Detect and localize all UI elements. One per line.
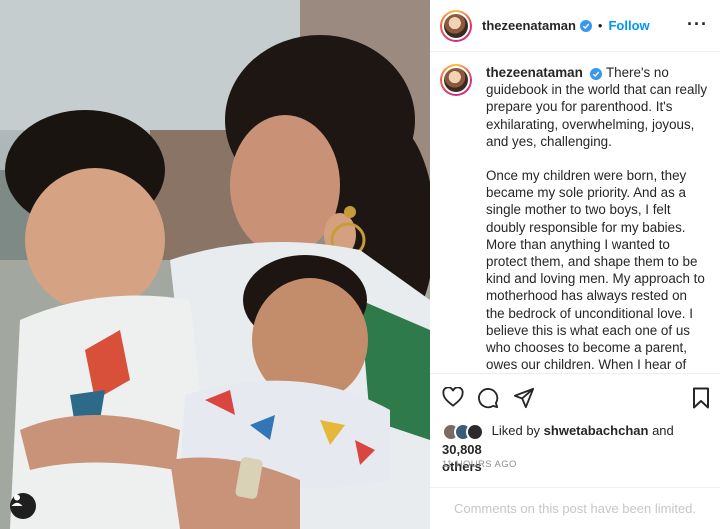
header-separator: • (597, 18, 603, 33)
post-header: thezeenataman • Follow ··· (430, 0, 720, 52)
follow-button[interactable]: Follow (608, 18, 649, 33)
caption-section: thezeenataman There's no guidebook in th… (430, 52, 720, 374)
more-options-icon[interactable]: ··· (687, 14, 708, 35)
heart-icon[interactable] (442, 386, 464, 412)
family-photo-illustration (0, 0, 430, 529)
liked-by-user-link[interactable]: shwetabachchan (544, 423, 649, 438)
comments-limited-notice: Comments on this post have been limited. (430, 487, 720, 529)
tagged-users-button[interactable] (10, 493, 36, 519)
verified-badge-icon (579, 19, 592, 32)
caption-verified-icon (590, 68, 603, 80)
post-photo[interactable] (0, 0, 430, 529)
likes-conjunction: and (652, 423, 674, 438)
liker-avatars (442, 422, 484, 441)
likes-prefix: Liked by (491, 423, 541, 438)
share-icon[interactable] (513, 387, 535, 414)
bookmark-icon[interactable] (692, 387, 710, 414)
post-side-panel: thezeenataman • Follow ··· thezeenataman… (430, 0, 720, 529)
author-avatar[interactable] (440, 9, 472, 42)
user-icon (11, 494, 23, 506)
post-timestamp[interactable]: 11 HOURS AGO (442, 459, 517, 470)
author-username[interactable]: thezeenataman (482, 18, 576, 33)
likes-count[interactable]: 30,808 (442, 442, 482, 457)
caption-paragraph-2: Once my children were born, they became … (486, 168, 705, 373)
caption-username[interactable]: thezeenataman (486, 65, 583, 80)
caption-text: thezeenataman There's no guidebook in th… (486, 64, 708, 373)
caption-avatar[interactable] (440, 64, 472, 96)
action-bar (430, 375, 720, 419)
comment-icon[interactable] (477, 387, 499, 414)
